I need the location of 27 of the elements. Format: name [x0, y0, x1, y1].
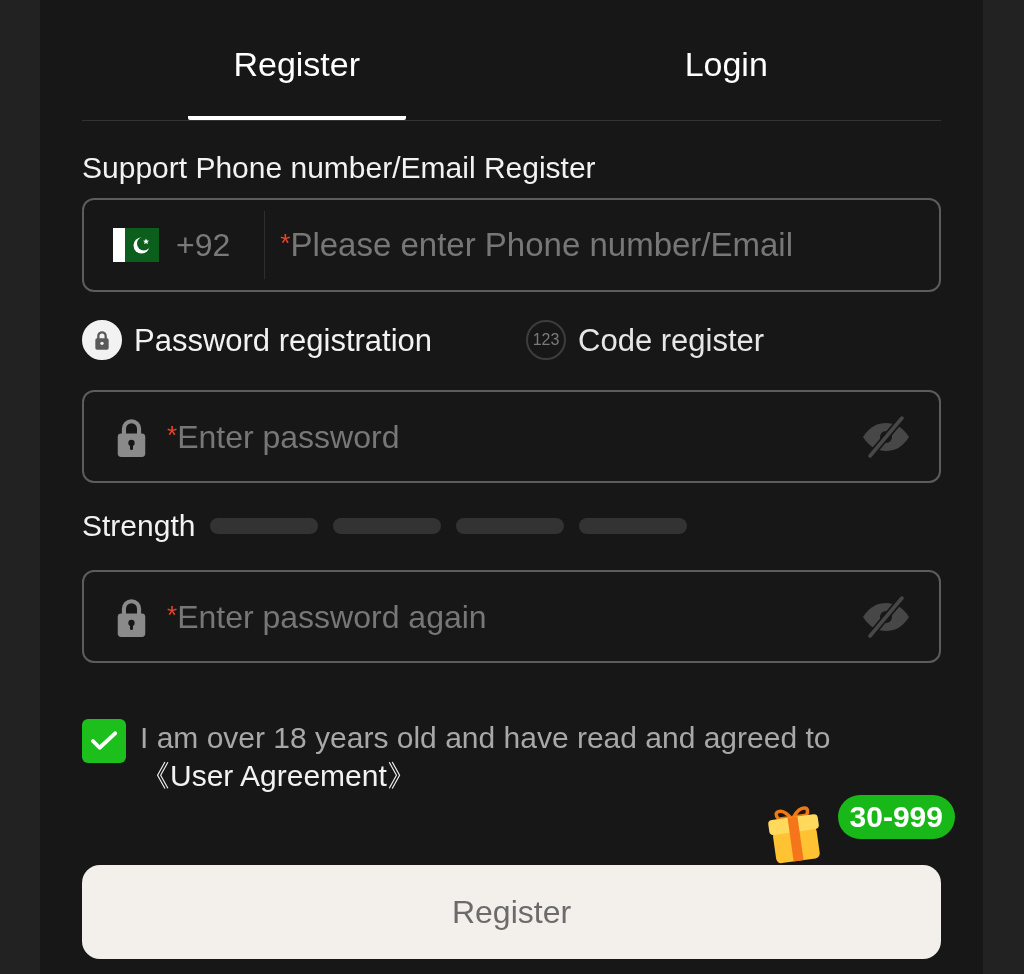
bonus-badge: 30-999 [837, 795, 955, 839]
password-input[interactable]: Enter password again [177, 592, 861, 641]
lock-icon [115, 596, 148, 637]
checkmark-icon [91, 731, 117, 751]
required-mark: * [167, 601, 178, 628]
phone-email-field[interactable]: +92 *Please enter Phone number/Email [82, 198, 941, 292]
flag-icon [113, 228, 159, 262]
digits-icon: 123 [526, 320, 567, 360]
tab[interactable]: Register [187, 0, 406, 120]
registration-method-option[interactable]: 123 Code register [526, 320, 765, 360]
registration-method-option[interactable]: Password registration [82, 320, 433, 360]
phone-email-input[interactable]: Please enter Phone number/Email [290, 220, 919, 270]
country-code-selector[interactable]: +92 [113, 228, 231, 262]
lock-icon [115, 416, 148, 457]
agreement-checkbox[interactable] [82, 719, 126, 763]
user-agreement-link[interactable]: 《User Agreement》 [140, 759, 417, 792]
field-label: Support Phone number/Email Register [82, 153, 597, 183]
confirm-password-field[interactable]: *Enter password again [82, 570, 941, 663]
required-mark: * [280, 230, 291, 256]
required-mark: * [167, 421, 178, 448]
password-input[interactable]: Enter password [177, 412, 861, 461]
password-field[interactable]: *Enter password [82, 390, 941, 483]
tab[interactable]: Login [617, 0, 836, 120]
eye-off-icon[interactable] [861, 415, 911, 458]
strength-label: Strength [82, 511, 196, 541]
agreement-text: I am over 18 years old and have read and agreed to 《User Agreement》 [140, 720, 832, 794]
eye-off-icon[interactable] [861, 595, 911, 638]
